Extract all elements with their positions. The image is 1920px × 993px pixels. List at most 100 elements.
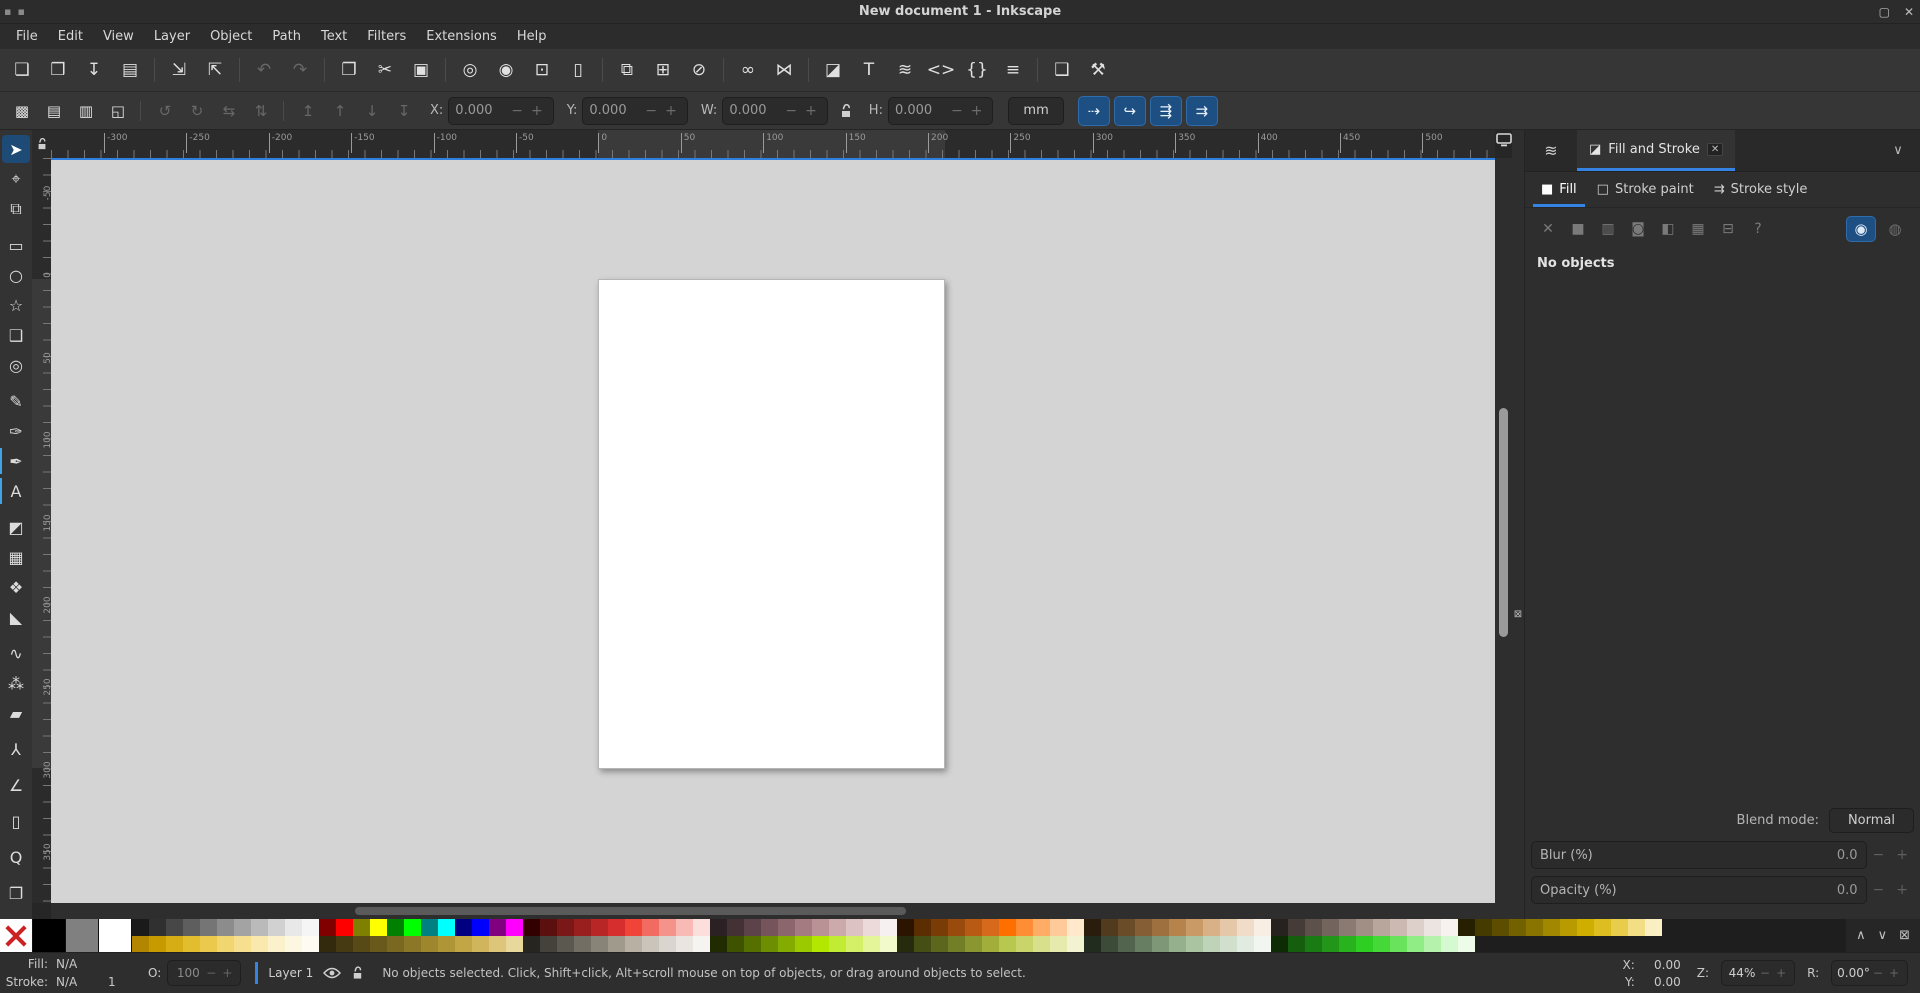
opacity-increment[interactable]: +	[1890, 882, 1914, 898]
palette-swatch[interactable]	[914, 919, 931, 936]
rotation-field[interactable]: 0.00° − +	[1831, 960, 1908, 986]
palette-swatch[interactable]	[183, 919, 200, 936]
palette-swatch[interactable]	[1254, 919, 1271, 936]
close-panel-icon[interactable]: ✕	[1706, 142, 1724, 156]
palette-swatch[interactable]	[268, 919, 285, 936]
palette-swatch[interactable]	[931, 935, 948, 952]
palette-swatch[interactable]	[1458, 935, 1475, 952]
palette-swatch[interactable]	[1152, 935, 1169, 952]
pen-tool[interactable]: ✑	[2, 417, 30, 445]
fill-rule-nonzero-button[interactable]: ◉	[1846, 216, 1876, 242]
palette-swatch[interactable]	[387, 935, 404, 952]
palette-swatch[interactable]	[1135, 919, 1152, 936]
mesh-gradient-tool[interactable]: ▦	[2, 543, 30, 571]
palette-swatch[interactable]	[744, 935, 761, 952]
palette-swatch[interactable]	[33, 919, 66, 952]
palette-swatch[interactable]	[880, 919, 897, 936]
palette-swatch[interactable]	[625, 919, 642, 936]
palette-swatch[interactable]	[1203, 919, 1220, 936]
palette-swatch[interactable]	[370, 919, 387, 936]
horizontal-scrollbar-thumb[interactable]	[355, 907, 906, 915]
flip-horizontal-button[interactable]: ⇆	[213, 96, 245, 126]
palette-swatch[interactable]	[982, 919, 999, 936]
palette-swatch[interactable]	[761, 919, 778, 936]
menu-layer[interactable]: Layer	[144, 26, 200, 47]
restore-window-button[interactable]: ▢	[1879, 5, 1890, 19]
palette-swatch[interactable]	[251, 919, 268, 936]
select-all-button[interactable]: ▩	[6, 96, 38, 126]
palette-swatch[interactable]	[1220, 919, 1237, 936]
undo-button[interactable]: ↶	[246, 53, 282, 87]
eraser-tool[interactable]: ▰	[2, 699, 30, 727]
palette-swatch[interactable]	[1118, 935, 1135, 952]
palette-swatch[interactable]	[1254, 935, 1271, 952]
app-menu-icons[interactable]: ▪ ▪	[0, 5, 25, 18]
palette-swatch[interactable]	[1084, 919, 1101, 936]
palette-swatch[interactable]	[965, 919, 982, 936]
palette-swatch[interactable]	[1067, 935, 1084, 952]
palette-swatch[interactable]	[557, 919, 574, 936]
palette-swatch[interactable]	[761, 935, 778, 952]
palette-swatch[interactable]	[540, 935, 557, 952]
palette-swatch[interactable]	[1203, 935, 1220, 952]
palette-swatch[interactable]	[472, 919, 489, 936]
linear-gradient-button[interactable]: ▥	[1595, 217, 1621, 241]
palette-swatch[interactable]	[1577, 919, 1594, 936]
spray-tool[interactable]: ⁂	[2, 669, 30, 697]
menu-help[interactable]: Help	[507, 26, 557, 47]
duplicate-button[interactable]: ⧉	[609, 53, 645, 87]
palette-swatch[interactable]	[608, 919, 625, 936]
palette-swatch[interactable]	[1424, 919, 1441, 936]
palette-swatch[interactable]	[812, 935, 829, 952]
redo-button[interactable]: ↷	[282, 53, 325, 87]
unlink-clone-button[interactable]: ⊘	[681, 53, 724, 87]
w-field[interactable]: 0.000− +	[722, 96, 828, 125]
swatch-button[interactable]: ▦	[1685, 217, 1711, 241]
opacity-slider[interactable]: Opacity (%) 0.0	[1531, 876, 1867, 904]
node-tool[interactable]: ⌖	[2, 165, 30, 193]
palette-swatch[interactable]	[319, 935, 336, 952]
palette-swatch[interactable]	[1271, 919, 1288, 936]
current-layer-name[interactable]: Layer 1	[268, 966, 313, 980]
text-tool[interactable]: A	[0, 477, 30, 505]
palette-swatch[interactable]	[251, 935, 268, 952]
palette-swatch[interactable]	[1186, 919, 1203, 936]
palette-swatch[interactable]	[795, 935, 812, 952]
palette-swatch[interactable]	[1084, 935, 1101, 952]
palette-swatch[interactable]	[1390, 935, 1407, 952]
palette-swatch[interactable]	[812, 919, 829, 936]
selector-tool[interactable]: ➤	[2, 135, 30, 163]
palette-swatch[interactable]	[642, 935, 659, 952]
palette-swatch[interactable]	[897, 935, 914, 952]
palette-swatch[interactable]	[421, 935, 438, 952]
palette-swatch[interactable]	[1543, 919, 1560, 936]
palette-configure-button[interactable]: ⊠	[1899, 928, 1910, 943]
palette-swatch[interactable]	[1390, 919, 1407, 936]
palette-swatch[interactable]	[710, 935, 727, 952]
zoom-page-button[interactable]: ⊡	[524, 53, 560, 87]
rotate-cw-button[interactable]: ↻	[181, 96, 213, 126]
palette-swatch[interactable]	[1288, 935, 1305, 952]
layer-lock-icon[interactable]	[351, 966, 364, 980]
palette-swatch[interactable]	[1526, 919, 1543, 936]
palette-swatch[interactable]	[1611, 919, 1628, 936]
fill-stroke-indicator[interactable]: Fill: N/A Stroke: N/A 1	[0, 955, 134, 991]
palette-swatch[interactable]	[489, 919, 506, 936]
palette-swatch[interactable]	[1288, 919, 1305, 936]
tab-fill[interactable]: ■ Fill	[1533, 178, 1585, 207]
palette-swatch[interactable]	[132, 935, 149, 952]
palette-swatch[interactable]	[829, 935, 846, 952]
palette-swatch[interactable]	[795, 919, 812, 936]
palette-swatch[interactable]	[455, 935, 472, 952]
raise-to-top-button[interactable]: ↥	[292, 96, 324, 126]
palette-swatch[interactable]	[931, 919, 948, 936]
palette-swatch[interactable]	[268, 935, 285, 952]
pencil-tool[interactable]: ✎	[2, 387, 30, 415]
palette-swatch[interactable]	[676, 919, 693, 936]
no-color-swatch[interactable]	[0, 919, 33, 952]
palette-swatch[interactable]	[353, 919, 370, 936]
palette-swatch[interactable]	[200, 935, 217, 952]
palette-swatch[interactable]	[523, 935, 540, 952]
text-dialog-button[interactable]: T	[851, 53, 887, 87]
palette-swatch[interactable]	[472, 935, 489, 952]
